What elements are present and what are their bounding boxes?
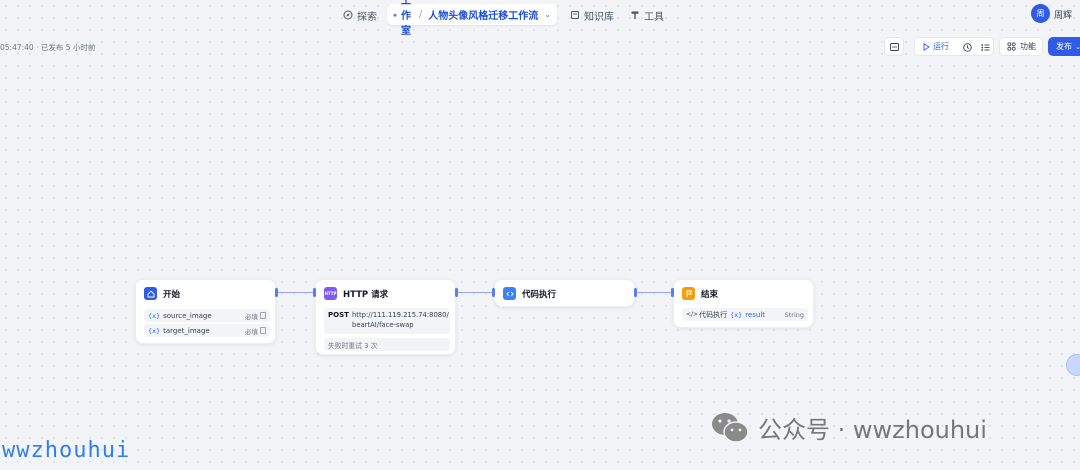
publish-status: 05:47:40 · 已发布 5 小时前	[0, 43, 96, 52]
start-var-name: target_image	[163, 326, 210, 335]
watermark-left: wwzhouhui	[2, 438, 131, 463]
required-badge: 必填	[245, 327, 258, 336]
file-icon	[260, 312, 266, 319]
start-node[interactable]: 开始 {x} source_image 必填 {x} target_image …	[135, 279, 276, 344]
watermark-right: 公众号 · wwzhouhui	[710, 410, 987, 445]
chevron-down-icon[interactable]: ⌄	[544, 10, 551, 19]
nav-knowledge[interactable]: 知识库	[570, 6, 614, 24]
hammer-icon	[631, 11, 639, 19]
code-node-title: 代码执行	[522, 289, 557, 300]
edge-start-http	[277, 292, 315, 293]
nav-explore-label: 探索	[357, 11, 377, 23]
start-output-handle[interactable]	[275, 288, 278, 297]
code-input-handle[interactable]	[492, 288, 495, 297]
run-label: 运行	[933, 42, 949, 51]
nav-explore[interactable]: 探索	[343, 6, 377, 24]
start-var-row: {x} target_image 必填	[144, 324, 270, 337]
top-nav: 探索 工作室 / 人物头像风格迁移工作流 ⌄ 知识库 工具 周 周辉	[0, 0, 1080, 37]
start-var-row: {x} source_image 必填	[144, 309, 270, 322]
features-button[interactable]: 功能	[999, 37, 1043, 56]
variable-icon: {x}	[730, 310, 743, 319]
side-panel-toggle[interactable]	[1066, 354, 1080, 376]
play-icon	[923, 42, 930, 51]
end-node-title: 结束	[701, 289, 719, 300]
user-name[interactable]: 周辉	[1054, 8, 1072, 21]
workflow-name[interactable]: 人物头像风格迁移工作流	[428, 7, 538, 22]
http-node-title: HTTP 请求	[343, 289, 389, 300]
nav-tools[interactable]: 工具	[630, 6, 664, 24]
home-icon	[144, 287, 157, 300]
publish-button[interactable]: 发布 ⌄	[1048, 37, 1080, 56]
start-var-name: source_image	[163, 311, 212, 320]
features-label: 功能	[1020, 42, 1036, 51]
http-url-line1: http://111.119.215.74:8080/	[352, 311, 449, 319]
edge-http-code	[456, 292, 494, 293]
variable-icon: {x}	[148, 326, 161, 335]
terminal-icon	[889, 42, 899, 51]
nav-knowledge-label: 知识库	[584, 11, 614, 23]
file-icon	[260, 327, 266, 334]
publish-label: 发布	[1056, 42, 1072, 51]
book-icon	[571, 11, 579, 19]
end-input-handle[interactable]	[671, 288, 674, 297]
wechat-icon	[712, 412, 749, 443]
http-method: POST	[328, 311, 349, 319]
code-icon: </>	[686, 311, 699, 318]
flag-icon	[682, 287, 695, 300]
end-output-var: result	[745, 310, 766, 319]
user-avatar[interactable]: 周	[1031, 4, 1050, 23]
run-toolbar: 运行	[914, 37, 994, 56]
edge-code-end	[635, 292, 673, 293]
end-output-source: 代码执行	[699, 310, 728, 319]
code-icon	[503, 287, 516, 300]
required-badge: 必填	[245, 312, 258, 321]
run-button[interactable]: 运行	[915, 41, 949, 52]
start-node-title: 开始	[163, 289, 181, 300]
chevron-down-icon: ⌄	[1075, 42, 1080, 51]
compass-icon	[343, 10, 353, 20]
checklist-icon[interactable]	[981, 43, 990, 52]
http-input-handle[interactable]	[313, 288, 316, 297]
watermark-right-text: 公众号 · wwzhouhui	[758, 416, 987, 444]
end-output-type: String	[784, 310, 804, 319]
code-output-handle[interactable]	[634, 288, 637, 297]
code-node[interactable]: 代码执行	[494, 279, 635, 307]
http-output-handle[interactable]	[455, 288, 458, 297]
http-url-line2: beartAI/face-swap	[352, 321, 414, 329]
studio-label[interactable]: 工作室	[401, 0, 413, 37]
nav-tools-label: 工具	[644, 11, 664, 23]
breadcrumb-separator: /	[418, 9, 423, 20]
history-icon[interactable]	[963, 43, 972, 52]
retry-info: 失败时重试 3 次	[324, 338, 450, 351]
features-icon	[1007, 42, 1016, 51]
variable-icon: {x}	[148, 311, 161, 320]
http-icon: HTTP	[324, 287, 337, 300]
end-node[interactable]: 结束 </> 代码执行 {x} result String	[673, 279, 814, 328]
env-button[interactable]	[884, 37, 904, 56]
end-output-row: </> 代码执行 {x} result String	[682, 308, 808, 321]
robot-icon	[393, 12, 397, 16]
http-node[interactable]: HTTP HTTP 请求 POST http://111.119.215.74:…	[315, 279, 456, 355]
http-request-box: POST http://111.119.215.74:8080/ beartAI…	[324, 308, 450, 334]
studio-breadcrumb[interactable]: 工作室 / 人物头像风格迁移工作流 ⌄	[387, 0, 557, 37]
